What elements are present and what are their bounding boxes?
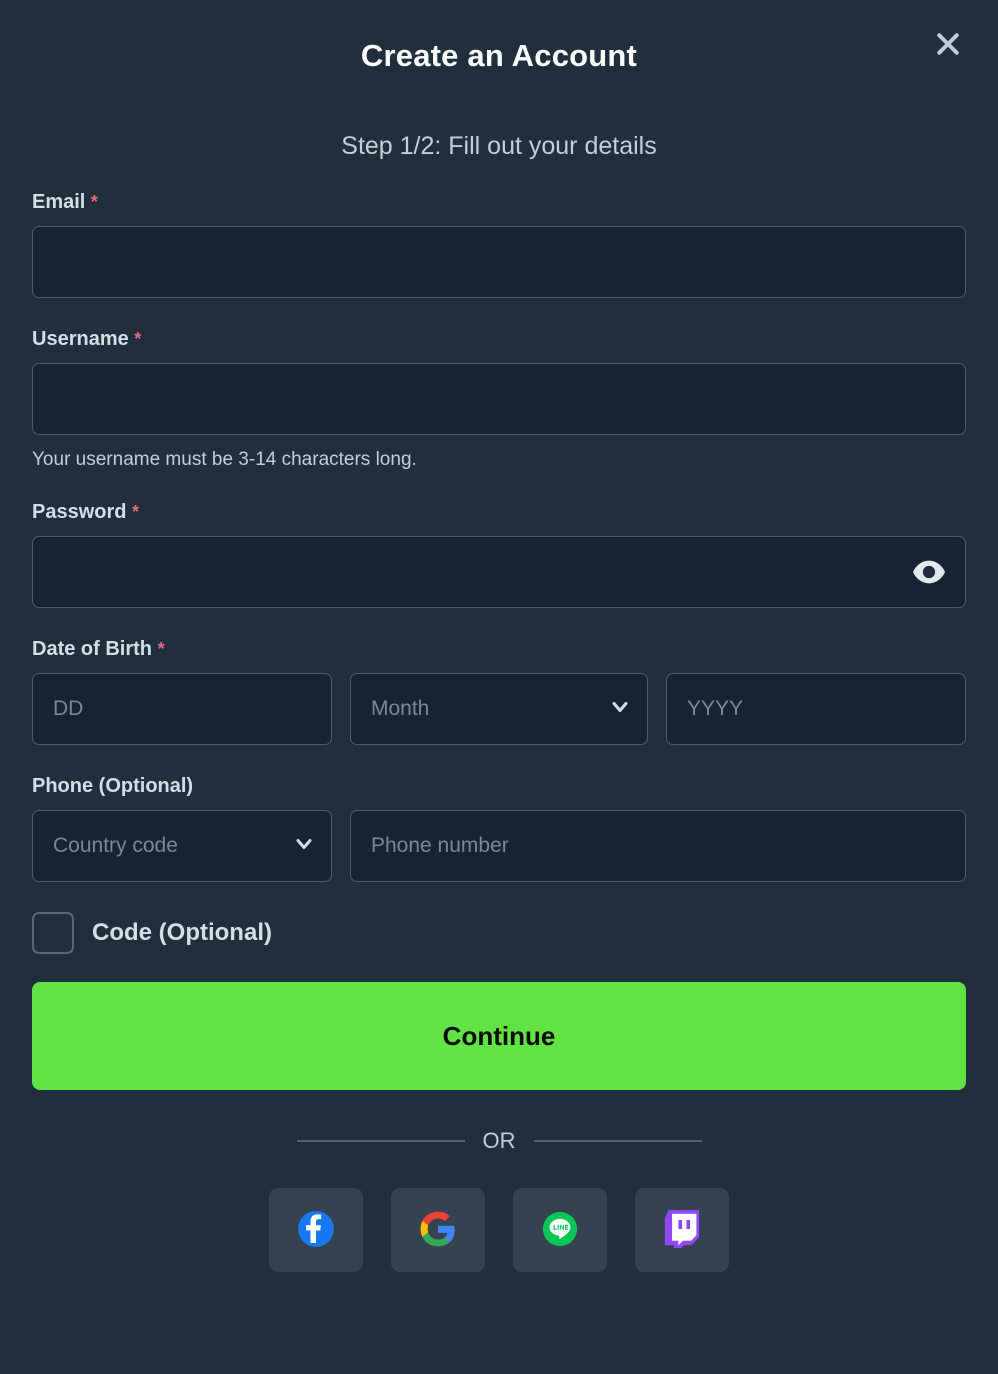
username-input[interactable]	[32, 363, 966, 435]
code-checkbox-row[interactable]: Code (Optional)	[32, 912, 966, 954]
password-input-wrapper	[32, 536, 966, 608]
divider-line-right	[533, 1140, 702, 1142]
email-input[interactable]	[32, 226, 966, 298]
required-asterisk: *	[132, 502, 140, 522]
email-label: Email *	[32, 191, 966, 214]
required-asterisk: *	[90, 192, 98, 212]
dob-row: Month	[32, 673, 966, 745]
line-login-button[interactable]	[513, 1188, 607, 1272]
password-label-text: Password	[32, 501, 127, 523]
email-field-group: Email *	[32, 191, 966, 298]
phone-label: Phone (Optional)	[32, 775, 194, 797]
phone-number-input[interactable]	[350, 810, 966, 882]
username-label: Username *	[32, 328, 966, 351]
dob-label-text: Date of Birth	[32, 638, 152, 660]
required-asterisk: *	[157, 639, 165, 659]
dob-month-select-wrapper: Month	[350, 673, 648, 745]
facebook-login-button[interactable]	[269, 1188, 363, 1272]
line-icon	[541, 1210, 579, 1251]
email-label-text: Email	[32, 191, 86, 213]
twitch-icon	[664, 1209, 700, 1251]
twitch-login-button[interactable]	[635, 1188, 729, 1272]
code-checkbox-label: Code (Optional)	[92, 919, 272, 946]
dob-year-input[interactable]	[666, 673, 966, 745]
step-subtitle: Step 1/2: Fill out your details	[341, 132, 657, 160]
username-label-text: Username	[32, 328, 129, 350]
eye-icon[interactable]	[910, 557, 948, 587]
username-field-group: Username * Your username must be 3-14 ch…	[32, 328, 966, 471]
country-code-select-wrapper: Country code	[32, 810, 332, 882]
social-login-row	[32, 1188, 966, 1272]
required-asterisk: *	[134, 329, 142, 349]
password-label: Password *	[32, 501, 966, 524]
dob-field-group: Date of Birth * Month	[32, 638, 966, 745]
create-account-modal: Create an Account Step 1/2: Fill out you…	[0, 0, 998, 1374]
or-divider: OR	[32, 1128, 966, 1154]
continue-button[interactable]: Continue	[32, 982, 966, 1090]
divider-label: OR	[482, 1128, 516, 1153]
page-title: Create an Account	[360, 38, 638, 73]
phone-row: Country code	[32, 810, 966, 882]
country-code-value: Country code	[53, 834, 178, 857]
google-login-button[interactable]	[391, 1188, 485, 1272]
divider-line-left	[296, 1140, 465, 1142]
password-field-group: Password *	[32, 501, 966, 608]
close-icon[interactable]	[926, 22, 970, 66]
dob-label: Date of Birth *	[32, 638, 966, 661]
dob-month-select[interactable]: Month	[350, 673, 648, 745]
password-input[interactable]	[32, 536, 966, 608]
google-icon	[419, 1210, 457, 1251]
code-checkbox[interactable]	[32, 912, 74, 954]
dob-day-input[interactable]	[32, 673, 332, 745]
dob-month-value: Month	[371, 697, 430, 720]
phone-field-group: Phone (Optional) Country code	[32, 775, 966, 882]
country-code-select[interactable]: Country code	[32, 810, 332, 882]
facebook-icon	[296, 1209, 336, 1252]
username-hint: Your username must be 3-14 characters lo…	[32, 449, 417, 470]
